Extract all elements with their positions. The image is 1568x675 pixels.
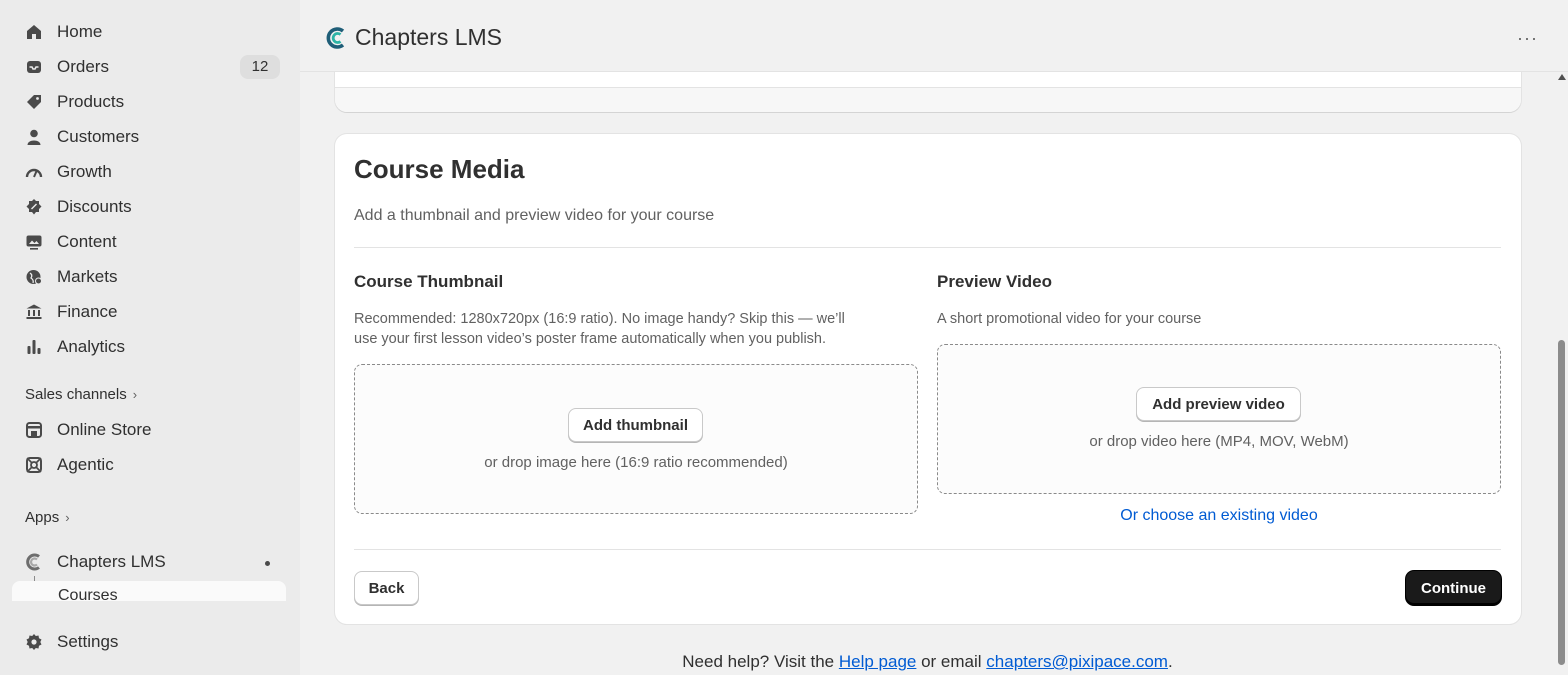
- more-actions-button[interactable]: ···: [1517, 28, 1538, 49]
- sidebar-item-label: Content: [57, 232, 117, 251]
- store-icon: [24, 421, 44, 439]
- sidebar-subitem-label: Courses: [58, 587, 118, 601]
- sidebar-subitem-courses[interactable]: Courses: [12, 581, 286, 601]
- help-prefix: Need help? Visit the: [682, 652, 839, 671]
- sidebar-item-label: Finance: [57, 302, 118, 321]
- bank-icon: [24, 303, 44, 321]
- sidebar-item-markets[interactable]: Markets: [12, 261, 286, 293]
- app-title: Chapters LMS: [355, 24, 503, 50]
- preview-video-title: Preview Video: [937, 272, 1052, 291]
- chevron-right-icon: ›: [65, 510, 70, 525]
- sidebar-item-label: Customers: [57, 127, 140, 146]
- sidebar-item-label: Home: [57, 22, 103, 41]
- sales-channels-heading[interactable]: Sales channels ›: [25, 386, 137, 403]
- bar-chart-icon: [24, 338, 44, 356]
- sales-channels-label: Sales channels: [25, 386, 127, 403]
- sidebar-item-label: Chapters LMS: [57, 552, 166, 571]
- chevron-right-icon: ›: [132, 387, 138, 402]
- chapters-logo-icon: [24, 553, 44, 571]
- thumbnail-help-text: Recommended: 1280x720px (16:9 ratio). No…: [354, 309, 914, 349]
- gear-icon: [24, 633, 44, 651]
- preview-video-drop-hint: or drop video here (MP4, MOV, WebM): [1089, 433, 1349, 450]
- discount-icon: [24, 198, 44, 216]
- scrollbar[interactable]: [1555, 72, 1568, 675]
- app-indicator-dot: [265, 561, 270, 566]
- sidebar-item-content[interactable]: Content: [12, 226, 286, 258]
- sidebar-item-customers[interactable]: Customers: [12, 121, 286, 153]
- thumbnail-help-line-1: Recommended: 1280x720px (16:9 ratio). No…: [354, 311, 845, 327]
- thumbnail-dropzone[interactable]: Add thumbnail or drop image here (16:9 r…: [354, 364, 918, 514]
- continue-button[interactable]: Continue: [1406, 571, 1501, 605]
- sidebar-item-analytics[interactable]: Analytics: [12, 331, 286, 363]
- sidebar-item-home[interactable]: Home: [12, 16, 286, 48]
- sidebar-item-discounts[interactable]: Discounts: [12, 191, 286, 223]
- gauge-icon: [24, 163, 44, 181]
- sidebar-item-orders[interactable]: Orders 12: [12, 51, 286, 83]
- sidebar-item-label: Analytics: [57, 337, 126, 356]
- apps-label: Apps: [25, 509, 60, 526]
- divider: [354, 247, 1501, 248]
- person-icon: [24, 128, 44, 146]
- divider: [354, 549, 1501, 550]
- thumbnail-title: Course Thumbnail: [354, 272, 504, 291]
- sidebar-item-finance[interactable]: Finance: [12, 296, 286, 328]
- sidebar-item-products[interactable]: Products: [12, 86, 286, 118]
- tag-icon: [24, 93, 44, 111]
- sidebar-item-label: Online Store: [57, 420, 152, 439]
- help-footer: Need help? Visit the Help page or email …: [300, 652, 1555, 672]
- card-title: Course Media: [354, 154, 525, 184]
- chapters-logo-icon: [325, 26, 349, 50]
- agentic-icon: [24, 456, 44, 474]
- sidebar-item-online-store[interactable]: Online Store: [12, 414, 286, 446]
- support-email-link[interactable]: chapters@pixipace.com: [986, 652, 1168, 671]
- sidebar-item-settings[interactable]: Settings: [12, 626, 286, 658]
- sidebar-item-label: Markets: [57, 267, 118, 286]
- preview-video-help-text: A short promotional video for your cours…: [937, 311, 1202, 327]
- globe-icon: [24, 268, 44, 286]
- sidebar-item-label: Agentic: [57, 455, 114, 474]
- sidebar-item-label: Products: [57, 92, 125, 111]
- thumbnail-help-line-2: use your first lesson video’s poster fra…: [354, 331, 827, 347]
- choose-existing-video-link[interactable]: Or choose an existing video: [937, 507, 1501, 525]
- help-middle: or email: [916, 652, 987, 671]
- home-icon: [24, 23, 44, 41]
- course-media-card: Course Media Add a thumbnail and preview…: [335, 134, 1521, 624]
- scroll-up-arrow-icon[interactable]: [1558, 74, 1566, 80]
- main-content: Course Media Add a thumbnail and preview…: [300, 72, 1555, 675]
- back-button[interactable]: Back: [354, 571, 419, 605]
- sidebar-item-label: Settings: [57, 632, 119, 651]
- inbox-icon: [24, 58, 44, 76]
- previous-card: [335, 72, 1521, 112]
- add-thumbnail-button[interactable]: Add thumbnail: [568, 408, 703, 442]
- orders-count-badge: 12: [240, 55, 280, 79]
- app-header: Chapters LMS ···: [300, 0, 1568, 72]
- scrollbar-thumb[interactable]: [1558, 340, 1565, 665]
- sidebar-item-label: Orders: [57, 57, 109, 76]
- card-description: Add a thumbnail and preview video for yo…: [354, 207, 715, 224]
- help-suffix: .: [1167, 652, 1173, 671]
- image-icon: [24, 233, 44, 251]
- help-page-link[interactable]: Help page: [839, 652, 917, 671]
- previous-card-footer: [335, 87, 1521, 112]
- add-preview-video-button[interactable]: Add preview video: [1136, 387, 1301, 421]
- apps-heading[interactable]: Apps ›: [25, 509, 70, 526]
- sidebar-item-label: Growth: [57, 162, 112, 181]
- sidebar-item-chapters-lms[interactable]: Chapters LMS: [12, 546, 286, 578]
- sidebar-item-agentic[interactable]: Agentic: [12, 449, 286, 481]
- sidebar: Home Orders 12 Products Customers Growth…: [0, 0, 300, 675]
- preview-video-dropzone[interactable]: Add preview video or drop video here (MP…: [937, 344, 1501, 494]
- sidebar-item-growth[interactable]: Growth: [12, 156, 286, 188]
- thumbnail-drop-hint: or drop image here (16:9 ratio recommend…: [484, 454, 788, 471]
- sidebar-item-label: Discounts: [57, 197, 132, 216]
